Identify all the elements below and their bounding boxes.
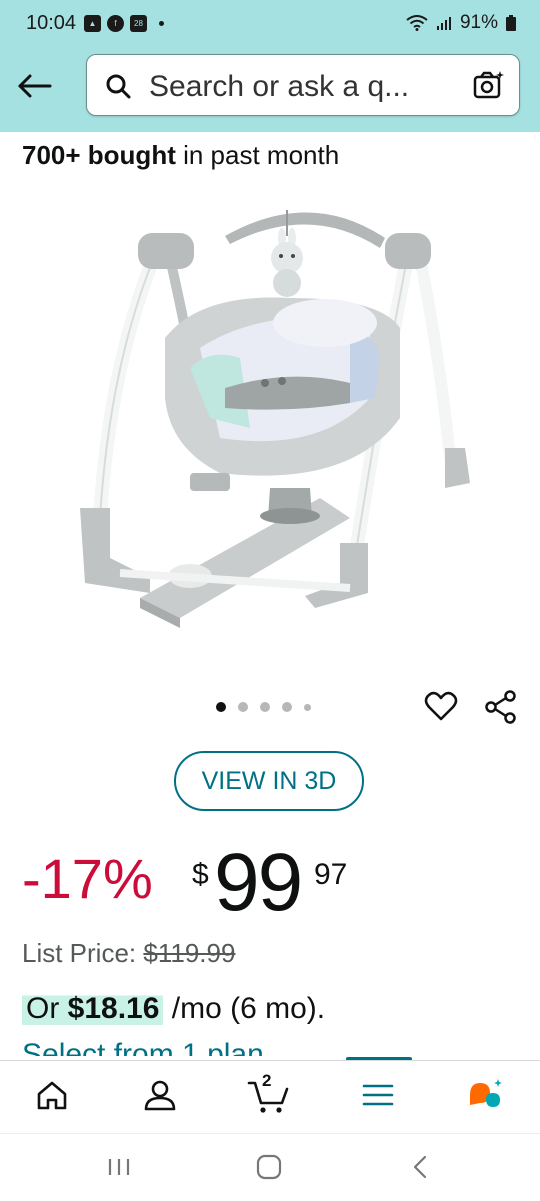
system-nav-bar	[0, 1133, 540, 1201]
account-icon[interactable]	[140, 1075, 180, 1115]
calendar-notification-icon: 28	[130, 15, 147, 32]
search-bar[interactable]: Search or ask a q...	[86, 54, 520, 116]
list-price-label: List Price:	[22, 938, 137, 968]
carousel-dot[interactable]	[304, 703, 311, 711]
camera-search-icon[interactable]	[473, 70, 505, 100]
status-time: 10:04	[26, 12, 77, 34]
price-currency: $	[192, 858, 209, 891]
price-fraction: 97	[314, 858, 348, 891]
back-button-icon[interactable]	[406, 1152, 436, 1182]
bought-in-past-month: 700+ bought in past month	[22, 140, 339, 171]
list-price: List Price: $119.99	[22, 938, 235, 969]
installment-highlight: Or $18.16	[22, 992, 164, 1025]
installment-prefix: Or	[26, 992, 60, 1025]
list-price-value: $119.99	[143, 938, 236, 968]
home-button-icon[interactable]	[254, 1152, 284, 1182]
back-arrow-icon[interactable]	[12, 68, 56, 104]
wifi-icon	[406, 15, 428, 31]
select-plan-link[interactable]: Select from 1 plan	[22, 1038, 264, 1056]
installment-suffix: /mo (6 mo).	[171, 992, 326, 1025]
gallery-notification-icon: ▲	[84, 15, 101, 32]
more-notifications-dot	[159, 21, 164, 26]
signal-icon	[436, 17, 451, 30]
carousel-dot[interactable]	[238, 702, 248, 712]
installment-offer: Or $18.16 /mo (6 mo).	[22, 992, 325, 1026]
price-whole: 99	[214, 837, 303, 928]
carousel-dot[interactable]	[282, 702, 292, 712]
recent-apps-icon[interactable]	[104, 1152, 134, 1182]
status-notification-icons: ▲ f 28	[84, 15, 164, 32]
carousel-dot[interactable]	[216, 702, 226, 712]
installment-amount: $18.16	[67, 992, 160, 1025]
menu-icon[interactable]	[358, 1075, 398, 1115]
search-input[interactable]: Search or ask a q...	[149, 70, 409, 104]
search-icon	[106, 74, 131, 99]
rufus-ai-icon[interactable]	[466, 1075, 506, 1115]
carousel-dot[interactable]	[260, 702, 270, 712]
battery-percent: 91%	[459, 12, 498, 33]
product-image[interactable]	[50, 198, 510, 648]
status-bar: 10:04 ▲ f 28 91%	[0, 0, 540, 48]
status-right: 91%	[406, 12, 516, 34]
view-in-3d-button[interactable]: VIEW IN 3D	[174, 751, 364, 811]
discount-percent: -17%	[22, 847, 153, 910]
cart-count-badge: 2	[262, 1071, 272, 1090]
share-icon[interactable]	[484, 690, 518, 724]
battery-icon	[506, 15, 516, 31]
home-icon[interactable]	[32, 1075, 72, 1115]
app-header: Search or ask a q...	[0, 48, 540, 132]
image-carousel-dots[interactable]	[216, 702, 311, 712]
bought-count: 700+ bought	[22, 140, 176, 170]
heart-icon[interactable]	[424, 690, 458, 724]
facebook-notification-icon: f	[107, 15, 124, 32]
bought-suffix: in past month	[175, 140, 340, 170]
